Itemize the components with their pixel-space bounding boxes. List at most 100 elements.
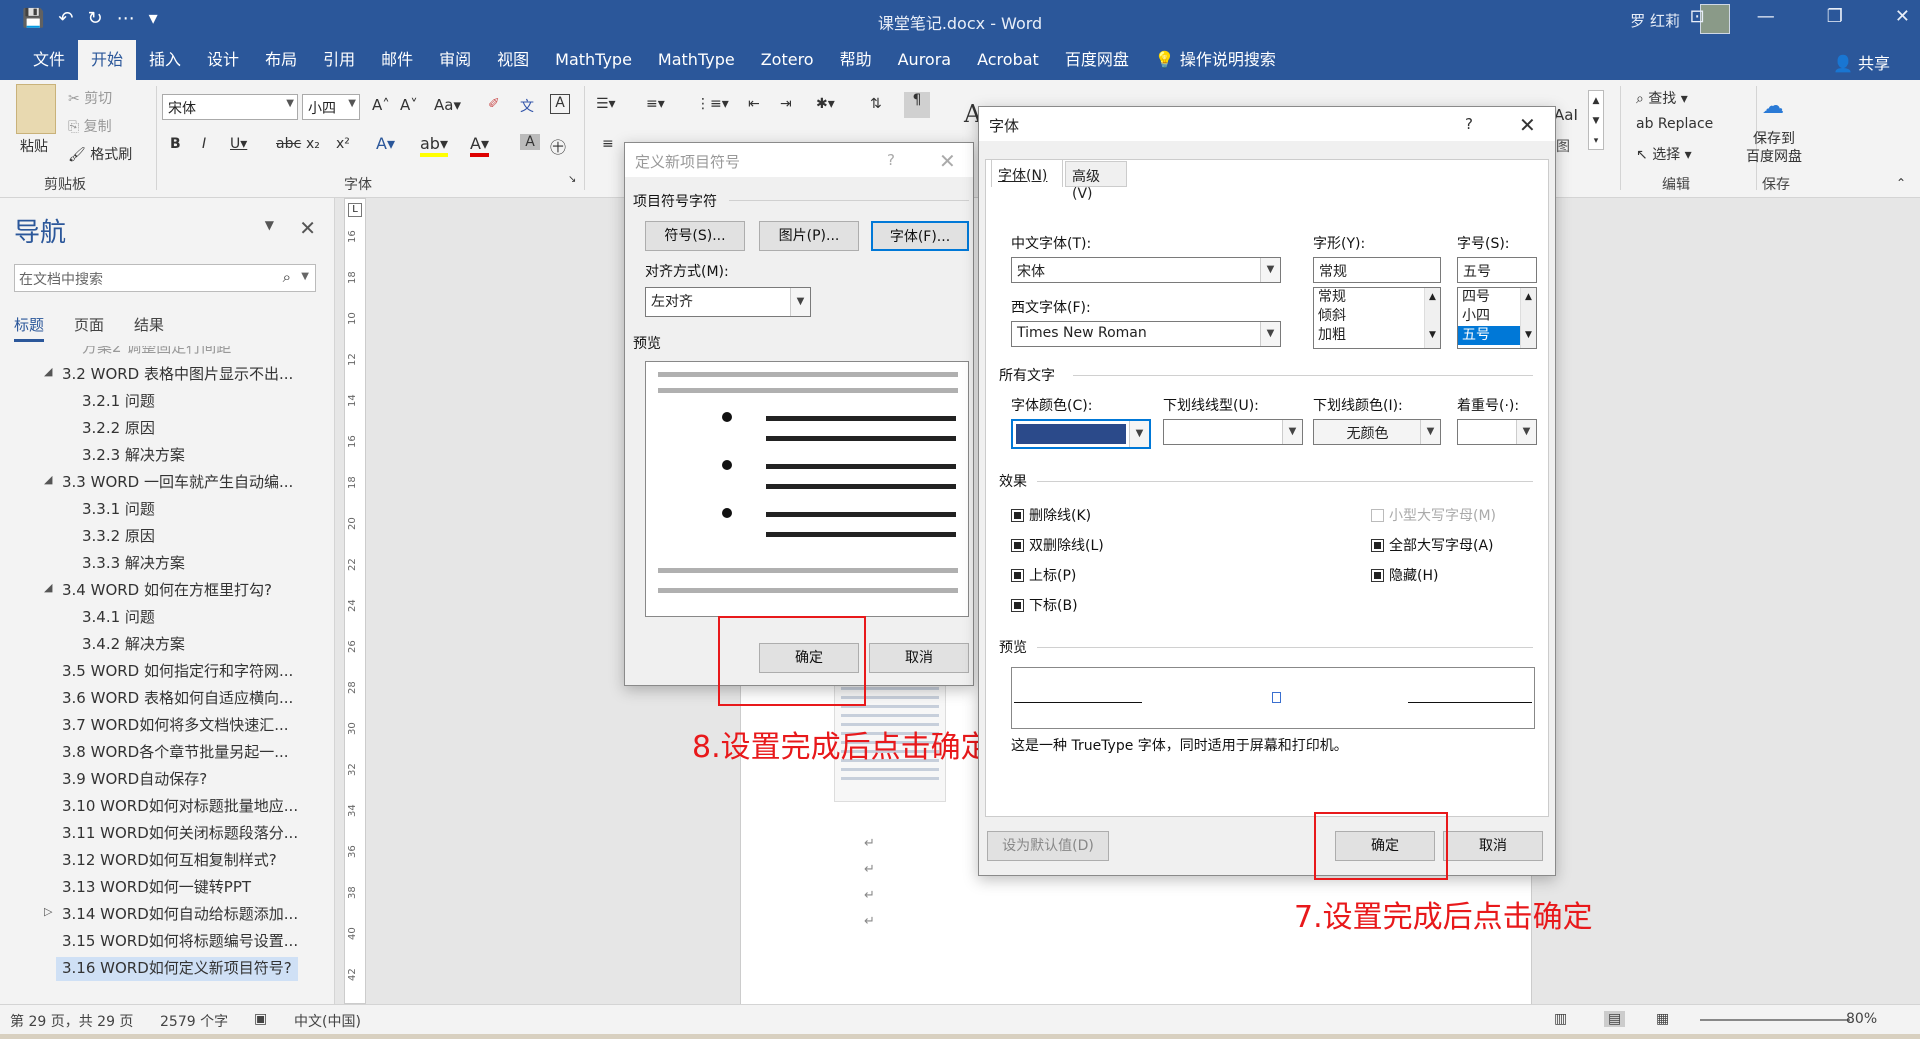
tab-8[interactable]: 视图 [484,40,542,80]
nav-heading-item[interactable]: 3.3.1 问题 [82,498,155,522]
show-marks-icon[interactable]: ¶ [904,92,930,118]
effect-checkbox[interactable]: 全部大写字母(A) [1371,535,1494,555]
word-count[interactable]: 2579 个字 [160,1011,228,1031]
tab-12[interactable]: 帮助 [827,40,885,80]
share-button[interactable]: 👤 共享 [1833,50,1890,74]
nav-heading-item[interactable]: 3.4.1 问题 [82,606,155,630]
expand-icon[interactable]: ▷ [44,905,52,918]
change-case-icon[interactable]: Aa▾ [434,96,461,114]
picture-button[interactable]: 图片(P)... [759,221,859,251]
nav-heading-item[interactable]: 3.3.3 解决方案 [82,552,185,576]
tab-11[interactable]: Zotero [748,40,827,80]
italic-icon[interactable]: I [202,136,206,152]
underline-icon[interactable]: U▾ [230,136,247,152]
font-name-combo[interactable]: 宋体 ▼ [162,94,298,120]
align-left-icon[interactable]: ≡ [602,136,614,152]
print-layout-icon[interactable]: ▤ [1604,1011,1626,1027]
tab-15[interactable]: 百度网盘 [1052,40,1142,80]
search-icon[interactable]: ⌕ [283,268,291,286]
nav-tab-2[interactable]: 结果 [134,314,164,342]
numbering-icon[interactable]: ≡▾ [646,96,665,112]
tab-6[interactable]: 邮件 [368,40,426,80]
paste-icon[interactable] [16,84,56,134]
tab-advanced[interactable]: 高级(V) [1065,161,1127,202]
text-effects-icon[interactable]: A▾ [376,134,395,153]
cut-button[interactable]: ✂ 剪切 [68,88,112,108]
style-option[interactable]: 加粗 [1318,326,1440,345]
tab-0[interactable]: 文件 [20,40,78,80]
font-size-combo[interactable]: 小四 ▼ [302,94,360,120]
zoom-slider[interactable] [1700,1019,1850,1021]
baidu-cloud-icon[interactable]: ☁ [1762,94,1784,119]
superscript-icon[interactable]: x² [336,136,350,152]
multilevel-icon[interactable]: ⋮≡▾ [696,96,729,112]
nav-heading-item[interactable]: 3.8 WORD各个章节批量另起一... [62,741,289,765]
format-painter-button[interactable]: 🖌 格式刷 [68,144,132,164]
tab-10[interactable]: MathType [645,40,748,80]
web-layout-icon[interactable]: ▦ [1656,1011,1669,1027]
effect-checkbox[interactable]: 小型大写字母(M) [1371,505,1496,525]
tab-1[interactable]: 开始 [78,40,137,80]
style-input[interactable]: 常规 [1313,257,1441,283]
close-icon[interactable]: ✕ [939,149,956,173]
proofing-icon[interactable]: ▣ [254,1011,267,1027]
grow-font-icon[interactable]: A˄ [372,96,390,114]
phonetic-icon[interactable]: 文 [520,96,534,116]
select-button[interactable]: ↖ 选择 ▾ [1636,144,1692,164]
effect-checkbox[interactable]: 隐藏(H) [1371,565,1438,585]
nav-heading-item[interactable]: 3.16 WORD如何定义新项目符号? [56,957,298,981]
help-icon[interactable]: ? [887,151,895,169]
tab-4[interactable]: 布局 [252,40,310,80]
nav-heading-item[interactable]: 3.6 WORD 表格如何自适应横向... [62,687,293,711]
nav-heading-item[interactable]: ◢ 3.4 WORD 如何在方框里打勾? [44,579,272,603]
nav-heading-item[interactable]: ▷ 3.14 WORD如何自动给标题添加... [44,903,298,927]
save-to-baidu-button[interactable]: 保存到 百度网盘 [1746,130,1802,166]
char-border-icon[interactable]: A [550,94,570,114]
collapse-icon[interactable]: ◢ [44,365,52,378]
enclose-char-icon[interactable]: ㊉ [550,134,566,158]
tab-14[interactable]: Acrobat [964,40,1052,80]
shrink-font-icon[interactable]: A˅ [400,96,418,114]
set-default-button[interactable]: 设为默认值(D) [987,831,1109,861]
font-button[interactable]: 字体(F)... [871,221,969,251]
tab-16[interactable]: 💡 操作说明搜索 [1142,40,1289,80]
nav-heading-item[interactable]: 3.15 WORD如何将标题编号设置... [62,930,298,954]
tab-selector-icon[interactable]: L [348,203,362,217]
nav-heading-item[interactable]: 3.10 WORD如何对标题批量地应... [62,795,298,819]
size-input[interactable]: 五号 [1457,257,1537,283]
style-list[interactable]: ▲ ▼ 常规 倾斜 加粗 [1313,287,1441,349]
tab-3[interactable]: 设计 [194,40,252,80]
bold-icon[interactable]: B [170,136,181,152]
font-color-select[interactable]: ▼ [1011,419,1151,449]
nav-heading-item[interactable]: 3.2.2 原因 [82,417,155,441]
nav-heading-item[interactable]: 3.7 WORD如何将多文档快速汇... [62,714,289,738]
decrease-indent-icon[interactable]: ⇤ [748,96,760,112]
char-shading-icon[interactable]: A [520,134,540,150]
cancel-button[interactable]: 取消 [869,643,969,673]
collapse-ribbon-icon[interactable]: ⌃ [1896,176,1906,190]
cancel-button[interactable]: 取消 [1443,831,1543,861]
user-name[interactable]: 罗 红莉 [1630,10,1680,31]
nav-heading-item[interactable]: 3.5 WORD 如何指定行和字符网... [62,660,293,684]
tab-font[interactable]: 字体(N) [991,159,1063,187]
search-dropdown-icon[interactable]: ▼ [301,271,309,282]
style-option[interactable]: 常规 [1318,288,1440,307]
subscript-icon[interactable]: x₂ [306,136,320,152]
nav-heading-item[interactable]: ◢ 3.3 WORD 一回车就产生自动编... [44,471,293,495]
nav-close-icon[interactable]: ✕ [299,216,316,240]
nav-heading-item[interactable]: 3.3.2 原因 [82,525,155,549]
style-option[interactable]: 倾斜 [1318,307,1440,326]
strikethrough-icon[interactable]: abc [276,136,301,152]
increase-indent-icon[interactable]: ⇥ [780,96,792,112]
font-dialog-launcher-icon[interactable]: ↘ [568,174,576,185]
effect-checkbox[interactable]: 删除线(K) [1011,505,1091,525]
nav-heading-item[interactable]: 3.13 WORD如何一键转PPT [62,876,251,900]
page-count[interactable]: 第 29 页，共 29 页 [10,1011,133,1031]
symbol-button[interactable]: 符号(S)... [645,221,745,251]
underline-color-select[interactable]: 无颜色 ▼ [1313,419,1441,445]
west-font-select[interactable]: Times New Roman ▼ [1011,321,1281,347]
collapse-icon[interactable]: ◢ [44,473,52,486]
nav-options-icon[interactable]: ▼ [265,218,274,232]
minimize-icon[interactable]: — [1757,6,1775,27]
effect-checkbox[interactable]: 双删除线(L) [1011,535,1104,555]
